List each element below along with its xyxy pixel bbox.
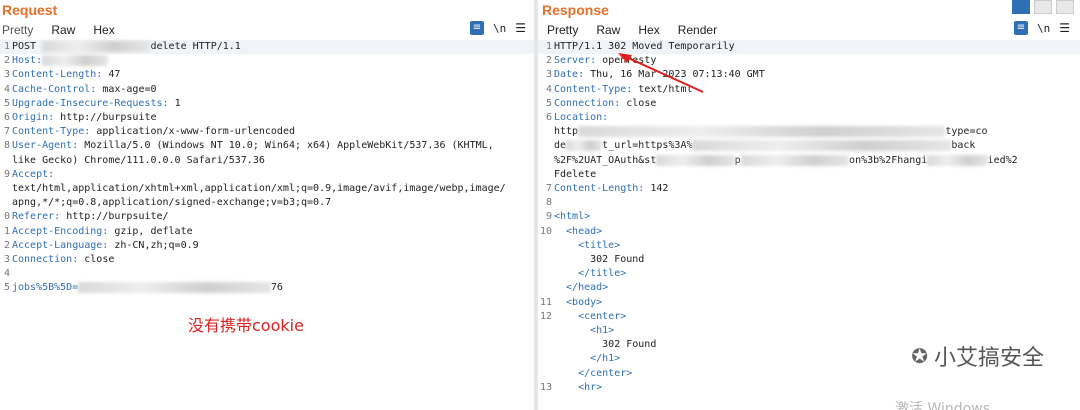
- header-key: Host:: [12, 55, 43, 67]
- code-line: 4 Cache-Control: max-age=0: [0, 83, 534, 97]
- text-value: http://burpsuite: [54, 112, 157, 123]
- line-number: 8: [3, 140, 10, 152]
- line-content: jobs%5B%5D= 76: [12, 281, 283, 295]
- wechat-icon: ✪: [911, 344, 928, 368]
- tab-pretty[interactable]: Pretty: [0, 20, 42, 40]
- os-watermark: 激活 Windows: [895, 401, 990, 410]
- request-pane: Request Pretty Raw Hex ≡ \n ☰ 1 POST delete…: [0, 0, 534, 410]
- watermark: ✪ 小艾搞安全: [911, 340, 1044, 372]
- line-content: User-Agent: Mozilla/5.0 (Windows NT 10.0…: [12, 139, 494, 153]
- text-value: close: [78, 254, 115, 265]
- line-content: Host:: [12, 54, 109, 68]
- line-number: 9: [3, 168, 10, 180]
- code-line: like Gecko) Chrome/111.0.0.0 Safari/537.…: [0, 154, 534, 168]
- line-content: like Gecko) Chrome/111.0.0.0 Safari/537.…: [12, 154, 265, 168]
- line-number: 4: [3, 83, 10, 95]
- text-value: POST: [12, 41, 43, 52]
- text-value: 47: [102, 69, 121, 81]
- newline-toggle[interactable]: \n: [493, 22, 506, 35]
- request-title: Request: [2, 2, 58, 18]
- redacted-text: [42, 55, 109, 67]
- code-line: 2 Accept-Language: zh-CN,zh;q=0.9: [0, 239, 534, 253]
- text-value: Mozilla/5.0 (Windows NT 10.0; Win64; x64…: [78, 140, 494, 152]
- line-number: 1: [3, 41, 10, 52]
- line-content: Accept-Encoding: gzip, deflate: [12, 225, 193, 239]
- line-number: 3: [3, 69, 10, 81]
- line-content: Content-Length: 47: [12, 68, 120, 82]
- header-key: Cache-Control:: [12, 83, 97, 95]
- text-value: 1: [168, 97, 181, 109]
- header-key: Accept-Language:: [12, 239, 109, 251]
- code-line: text/html,application/xhtml+xml,applicat…: [0, 182, 534, 196]
- code-line: 6 Origin: http://burpsuite: [0, 111, 534, 125]
- menu-icon[interactable]: ☰: [515, 21, 526, 35]
- redacted-text: [78, 282, 271, 294]
- code-line: 1 Accept-Encoding: gzip, deflate: [0, 225, 534, 239]
- text-value: application/x-www-form-urlencoded: [90, 126, 295, 138]
- code-line: apng,*/*;q=0.8,application/signed-exchan…: [0, 196, 534, 210]
- code-line: 7 Content-Type: application/x-www-form-ur…: [0, 125, 534, 139]
- line-content: apng,*/*;q=0.8,application/signed-exchan…: [12, 196, 331, 210]
- line-number: 2: [3, 239, 10, 251]
- code-line: 3 Content-Length: 47: [0, 68, 534, 82]
- text-value: delete HTTP/1.1: [150, 41, 241, 52]
- line-number: 6: [3, 112, 10, 123]
- header-key: User-Agent:: [12, 140, 79, 152]
- text-value: max-age=0: [96, 83, 157, 95]
- text-value: text/html,application/xhtml+xml,applicat…: [12, 183, 506, 194]
- line-number: 0: [3, 211, 10, 223]
- code-line: 5 Upgrade-Insecure-Requests: 1: [0, 97, 534, 111]
- tab-raw[interactable]: Raw: [42, 20, 85, 42]
- code-line: 5 jobs%5B%5D= 76: [0, 281, 534, 295]
- line-content: Accept-Language: zh-CN,zh;q=0.9: [12, 239, 199, 253]
- line-number: 7: [3, 126, 10, 138]
- redacted-text: [42, 41, 151, 52]
- header-key: Accept-Encoding:: [12, 225, 109, 237]
- code-line: 8 User-Agent: Mozilla/5.0 (Windows NT 10.…: [0, 139, 534, 153]
- text-value: apng,*/*;q=0.8,application/signed-exchan…: [12, 197, 332, 209]
- header-key: Referer:: [12, 211, 61, 223]
- request-tabs: Pretty Raw Hex: [0, 20, 124, 42]
- line-content: Origin: http://burpsuite: [12, 111, 157, 125]
- line-content: Referer: http://burpsuite/: [12, 210, 169, 224]
- text-value: gzip, deflate: [108, 225, 193, 237]
- code-line: 1 POST delete HTTP/1.1: [0, 40, 534, 54]
- code-line: 2 Host:: [0, 54, 534, 68]
- text-value: 76: [270, 282, 283, 294]
- line-number: 5: [3, 282, 10, 294]
- text-value: like Gecko) Chrome/111.0.0.0 Safari/537.…: [12, 154, 265, 166]
- header-key: Accept:: [12, 168, 55, 180]
- watermark-text: 小艾搞安全: [933, 346, 1044, 371]
- header-key: Content-Type:: [12, 126, 91, 138]
- line-content: Accept:: [12, 168, 54, 182]
- line-number: 2: [3, 55, 10, 67]
- line-content: text/html,application/xhtml+xml,applicat…: [12, 182, 506, 196]
- response-pane: Response Pretty Raw Hex Render ≡ \n ☰ 1 HTTP…: [538, 0, 1080, 410]
- header-key: Upgrade-Insecure-Requests:: [12, 97, 169, 109]
- header-key: Content-Length:: [12, 69, 103, 81]
- tab-hex[interactable]: Hex: [84, 20, 123, 40]
- request-editor[interactable]: 1 POST delete HTTP/1.1 2 Host: 3 Content-Len…: [0, 40, 534, 410]
- line-content: Upgrade-Insecure-Requests: 1: [12, 97, 181, 111]
- line-number: 5: [3, 97, 10, 109]
- text-value: zh-CN,zh;q=0.9: [108, 239, 199, 251]
- text-value: http://burpsuite/: [60, 211, 169, 223]
- header-key: Origin:: [12, 112, 55, 123]
- request-toolbar: ≡ \n ☰: [469, 21, 526, 35]
- line-number: 3: [3, 254, 10, 265]
- code-line: 3 Connection: close: [0, 253, 534, 267]
- line-content: Cache-Control: max-age=0: [12, 83, 157, 97]
- code-line: 9 Accept:: [0, 168, 534, 182]
- line-content: Connection: close: [12, 253, 114, 267]
- header-key: Connection:: [12, 254, 79, 265]
- line-content: POST delete HTTP/1.1: [12, 40, 241, 54]
- code-line: 0 Referer: http://burpsuite/: [0, 210, 534, 224]
- code-line: 4: [0, 267, 534, 281]
- line-number: 1: [3, 225, 10, 237]
- wrap-lines-icon[interactable]: ≡: [469, 21, 484, 35]
- annotation-text: 没有携带cookie: [188, 316, 304, 335]
- line-number: 4: [3, 268, 10, 280]
- header-key: jobs%5B%5D=: [12, 282, 79, 294]
- line-content: Content-Type: application/x-www-form-url…: [12, 125, 295, 139]
